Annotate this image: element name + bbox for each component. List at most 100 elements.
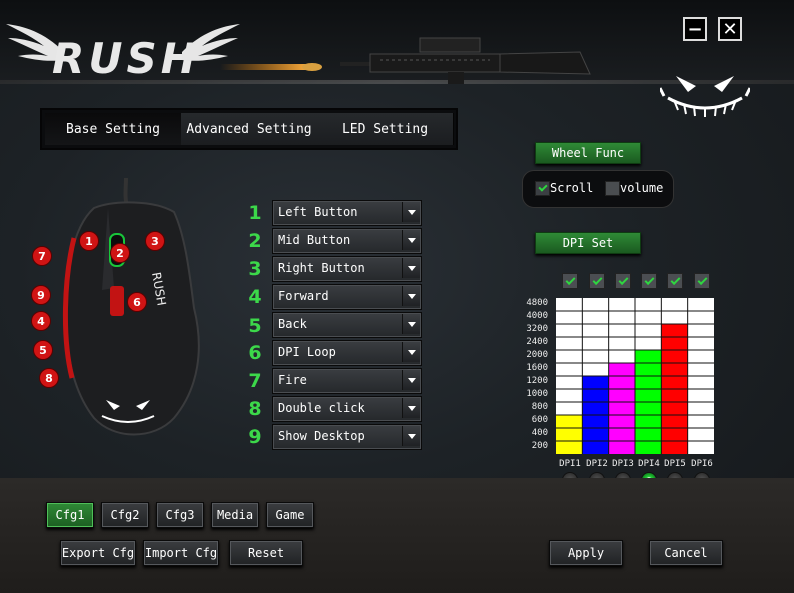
minimize-button[interactable]: − bbox=[683, 17, 707, 41]
settings-tabbar: Base Setting Advanced Setting LED Settin… bbox=[40, 108, 458, 150]
select-value: Back bbox=[278, 317, 307, 331]
mouse-badge-9: 9 bbox=[31, 285, 51, 305]
dpi5-enable-checkbox[interactable] bbox=[667, 273, 683, 289]
scroll-label: Scroll bbox=[550, 181, 594, 195]
dpi1-label: DPI1 bbox=[559, 459, 581, 469]
close-icon: ✕ bbox=[722, 18, 738, 40]
mouse-badge-1: 1 bbox=[79, 231, 99, 251]
cfg3-button[interactable]: Cfg3 bbox=[156, 502, 204, 528]
dpi4-enable-checkbox[interactable] bbox=[641, 273, 657, 289]
dpi6-label: DPI6 bbox=[691, 459, 713, 469]
dpi-tick-label: 800 bbox=[531, 402, 548, 412]
mouse-image: RUSH bbox=[62, 178, 200, 436]
button-number: 2 bbox=[248, 230, 262, 252]
chevron-down-icon[interactable] bbox=[402, 398, 420, 418]
cancel-button[interactable]: Cancel bbox=[649, 540, 723, 566]
button-5-select[interactable]: Back bbox=[272, 312, 422, 338]
button-8-select[interactable]: Double click bbox=[272, 396, 422, 422]
dpi-tick-label: 1000 bbox=[526, 389, 548, 399]
scroll-checkbox[interactable] bbox=[535, 181, 550, 196]
reset-button[interactable]: Reset bbox=[229, 540, 303, 566]
cfg2-button[interactable]: Cfg2 bbox=[101, 502, 149, 528]
button-1-select[interactable]: Left Button bbox=[272, 200, 422, 226]
chevron-down-icon[interactable] bbox=[402, 370, 420, 390]
button-number: 3 bbox=[248, 258, 262, 280]
tab-led-setting[interactable]: LED Setting bbox=[317, 113, 454, 145]
dpi5-label: DPI5 bbox=[664, 459, 686, 469]
dpi-set-label: DPI Set bbox=[535, 232, 641, 254]
dpi3-label: DPI3 bbox=[612, 459, 634, 469]
select-value: Show Desktop bbox=[278, 429, 365, 443]
button-number: 4 bbox=[248, 286, 262, 308]
select-value: Fire bbox=[278, 373, 307, 387]
mascot-face-icon bbox=[660, 76, 750, 117]
select-value: DPI Loop bbox=[278, 345, 336, 359]
volume-label: volume bbox=[620, 181, 664, 195]
dpi4-label: DPI4 bbox=[638, 459, 660, 469]
dpi-tick-label: 3200 bbox=[526, 324, 548, 334]
button-4-select[interactable]: Forward bbox=[272, 284, 422, 310]
mouse-badge-4: 4 bbox=[31, 311, 51, 331]
button-number: 7 bbox=[248, 370, 262, 392]
chevron-down-icon[interactable] bbox=[402, 314, 420, 334]
button-6-select[interactable]: DPI Loop bbox=[272, 340, 422, 366]
mouse-badge-6: 6 bbox=[127, 292, 147, 312]
select-value: Left Button bbox=[278, 205, 358, 219]
button-3-select[interactable]: Right Button bbox=[272, 256, 422, 282]
dpi2-label: DPI2 bbox=[586, 459, 608, 469]
volume-checkbox[interactable] bbox=[605, 181, 620, 196]
chevron-down-icon[interactable] bbox=[402, 342, 420, 362]
dpi-tick-label: 4800 bbox=[526, 298, 548, 308]
cfg1-button[interactable]: Cfg1 bbox=[46, 502, 94, 528]
button-number: 9 bbox=[248, 426, 262, 448]
dpi-bar-3[interactable] bbox=[608, 363, 635, 454]
wheel-func-panel: Scroll volume bbox=[522, 170, 674, 208]
apply-button[interactable]: Apply bbox=[549, 540, 623, 566]
dpi-tick-label: 1600 bbox=[526, 363, 548, 373]
select-value: Forward bbox=[278, 289, 329, 303]
minimize-icon: − bbox=[687, 18, 703, 40]
close-button[interactable]: ✕ bbox=[718, 17, 742, 41]
dpi-chart-bars bbox=[556, 298, 714, 454]
dpi2-enable-checkbox[interactable] bbox=[589, 273, 605, 289]
media-button[interactable]: Media bbox=[211, 502, 259, 528]
chevron-down-icon[interactable] bbox=[402, 426, 420, 446]
tab-base-setting[interactable]: Base Setting bbox=[45, 113, 182, 145]
mouse-badge-2: 2 bbox=[110, 243, 130, 263]
chevron-down-icon[interactable] bbox=[402, 230, 420, 250]
dpi-tick-label: 2000 bbox=[526, 350, 548, 360]
button-7-select[interactable]: Fire bbox=[272, 368, 422, 394]
bottom-panel bbox=[0, 478, 794, 593]
game-button[interactable]: Game bbox=[266, 502, 314, 528]
dpi1-enable-checkbox[interactable] bbox=[562, 273, 578, 289]
mouse-badge-7: 7 bbox=[32, 246, 52, 266]
chevron-down-icon[interactable] bbox=[402, 286, 420, 306]
chevron-down-icon[interactable] bbox=[402, 202, 420, 222]
button-number: 8 bbox=[248, 398, 262, 420]
button-number: 5 bbox=[248, 315, 262, 337]
button-9-select[interactable]: Show Desktop bbox=[272, 424, 422, 450]
dpi-tick-label: 2400 bbox=[526, 337, 548, 347]
import-cfg-button[interactable]: Import Cfg bbox=[143, 540, 219, 566]
rifle-graphic-icon bbox=[220, 37, 591, 84]
dpi6-enable-checkbox[interactable] bbox=[694, 273, 710, 289]
dpi-bar-1[interactable] bbox=[556, 415, 583, 454]
select-value: Double click bbox=[278, 401, 365, 415]
button-2-select[interactable]: Mid Button bbox=[272, 228, 422, 254]
button-number: 6 bbox=[248, 342, 262, 364]
button-number: 1 bbox=[248, 202, 262, 224]
select-value: Right Button bbox=[278, 261, 365, 275]
export-cfg-button[interactable]: Export Cfg bbox=[60, 540, 136, 566]
dpi-tick-label: 200 bbox=[531, 441, 548, 451]
tab-advanced-setting[interactable]: Advanced Setting bbox=[181, 113, 318, 145]
mouse-badge-3: 3 bbox=[145, 231, 165, 251]
select-value: Mid Button bbox=[278, 233, 351, 247]
mouse-badge-8: 8 bbox=[39, 368, 59, 388]
dpi-tick-label: 600 bbox=[531, 415, 548, 425]
dpi-bar-chart bbox=[556, 298, 714, 454]
chevron-down-icon[interactable] bbox=[402, 258, 420, 278]
dpi-tick-label: 4000 bbox=[526, 311, 548, 321]
dpi-tick-label: 1200 bbox=[526, 376, 548, 386]
dpi-tick-label: 400 bbox=[531, 428, 548, 438]
dpi3-enable-checkbox[interactable] bbox=[615, 273, 631, 289]
